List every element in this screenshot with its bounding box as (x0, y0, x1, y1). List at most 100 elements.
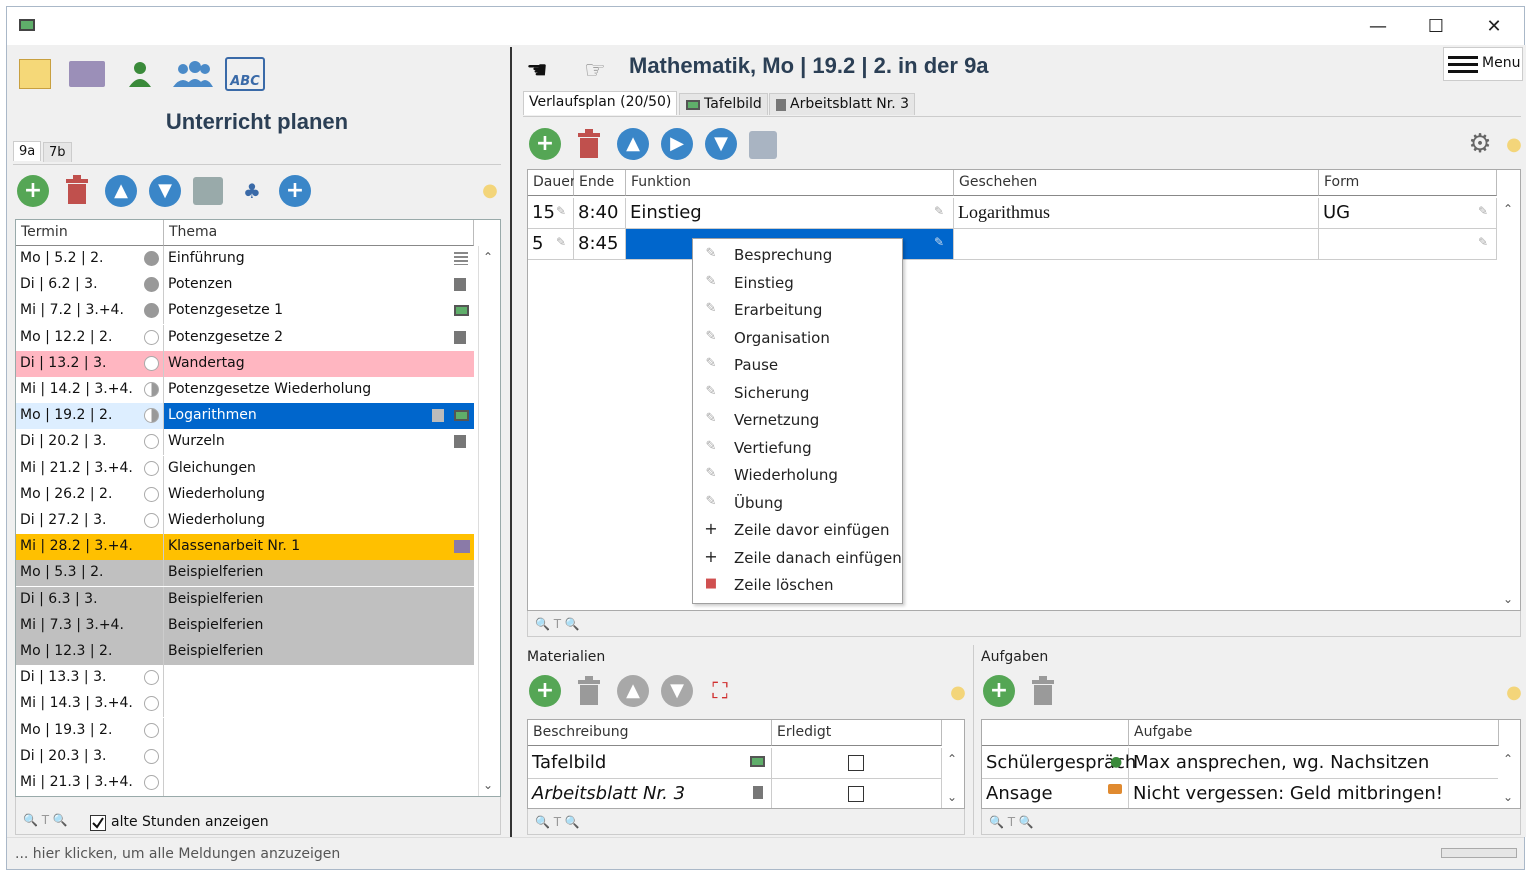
pdf-icon[interactable]: ⛶ (707, 675, 733, 707)
lesson-thema[interactable]: Beispielferien (164, 560, 474, 587)
lesson-termin[interactable]: Mo | 19.3 | 2. (16, 717, 164, 744)
material-done-cell[interactable] (772, 779, 942, 808)
lesson-row[interactable]: Mo | 5.2 | 2. Einführung (16, 246, 474, 272)
lesson-thema[interactable]: Klassenarbeit Nr. 1 (164, 534, 474, 561)
lesson-termin[interactable]: Mi | 28.2 | 3.+4. (16, 534, 164, 561)
tab-tafelbild[interactable]: Tafelbild (679, 93, 768, 115)
lesson-row[interactable]: Mi | 21.2 | 3.+4. Gleichungen (16, 455, 474, 482)
column-header-beschreibung[interactable]: Beschreibung (528, 720, 772, 746)
lesson-row[interactable]: Di | 20.3 | 3. (16, 743, 474, 770)
material-down-button[interactable]: ▼ (661, 675, 693, 707)
lesson-termin[interactable]: Di | 13.2 | 3. (16, 350, 164, 377)
column-header-ende[interactable]: Ende (574, 170, 626, 196)
lesson-termin[interactable]: Mo | 19.2 | 2. (16, 403, 164, 430)
lesson-thema[interactable] (164, 665, 474, 692)
lesson-thema[interactable]: Wiederholung (164, 508, 474, 534)
material-up-button[interactable]: ▲ (617, 675, 649, 707)
plan-scrollbar[interactable]: ⌃ ⌄ (1498, 198, 1520, 610)
cell-funktion[interactable]: Einstieg (626, 198, 954, 229)
zoom-tools-icon[interactable]: 🔍 T 🔍 (989, 815, 1034, 829)
move-up-button[interactable]: ▲ (105, 175, 137, 207)
lesson-row[interactable]: Mo | 12.3 | 2. Beispielferien (16, 639, 474, 665)
lesson-thema[interactable]: Beispielferien (164, 586, 474, 613)
tab-arbeitsblatt[interactable]: Arbeitsblatt Nr. 3 (769, 93, 916, 115)
status-message[interactable]: ... hier klicken, um alle Meldungen anzu… (15, 846, 340, 862)
lesson-row[interactable]: Mo | 19.2 | 2. Logarithmen (16, 403, 474, 430)
context-menu-item[interactable]: ✎ Wiederholung (693, 463, 902, 490)
context-menu-item[interactable]: ✎ Besprechung (693, 243, 902, 270)
task-text[interactable]: Max ansprechen, wg. Nachsitzen (1129, 748, 1499, 779)
row-down-button[interactable]: ▼ (705, 128, 737, 160)
column-header-type[interactable] (982, 720, 1129, 746)
pencil-icon[interactable]: ✎ (1478, 235, 1488, 249)
done-checkbox[interactable] (848, 786, 864, 802)
lesson-thema[interactable]: Logarithmen (164, 403, 474, 430)
minimize-button[interactable]: — (1349, 7, 1407, 45)
lesson-termin[interactable]: Mo | 26.2 | 2. (16, 481, 164, 508)
menu-button[interactable]: Menu (1443, 47, 1523, 81)
lesson-thema[interactable]: Potenzgesetze 1 (164, 298, 474, 325)
row-up-button[interactable]: ▲ (617, 128, 649, 160)
tab-9a[interactable]: 9a (13, 141, 42, 161)
lesson-row[interactable]: Di | 20.2 | 3. Wurzeln (16, 429, 474, 456)
tab-7b[interactable]: 7b (43, 142, 72, 162)
tip-bulb-icon[interactable]: ● (950, 681, 966, 703)
context-menu-item[interactable]: ■ Zeile löschen (693, 573, 902, 600)
lesson-thema[interactable]: Potenzgesetze 2 (164, 324, 474, 351)
add-blue-button[interactable]: + (279, 175, 311, 207)
maximize-button[interactable]: ☐ (1407, 7, 1465, 45)
cell-form[interactable]: UG (1319, 198, 1497, 229)
lesson-row[interactable]: Mi | 14.3 | 3.+4. (16, 691, 474, 718)
column-header-termin[interactable]: Termin (16, 220, 164, 246)
lesson-thema[interactable]: Wiederholung (164, 481, 474, 508)
group-icon[interactable] (171, 59, 215, 89)
lesson-termin[interactable]: Mo | 5.3 | 2. (16, 560, 164, 587)
lesson-row[interactable]: Mo | 12.2 | 2. Potenzgesetze 2 (16, 324, 474, 351)
task-type[interactable]: Schülergespräch (982, 748, 1136, 779)
delete-lesson-button[interactable] (61, 173, 93, 207)
lesson-row[interactable]: Mi | 14.2 | 3.+4. Potenzgesetze Wiederhol… (16, 377, 474, 403)
lesson-termin[interactable]: Mo | 12.3 | 2. (16, 639, 164, 665)
lesson-termin[interactable]: Mi | 21.2 | 3.+4. (16, 455, 164, 482)
lesson-thema[interactable]: Beispielferien (164, 612, 474, 639)
task-type[interactable]: Ansage (982, 779, 1129, 808)
lesson-thema[interactable] (164, 743, 474, 770)
context-menu-item[interactable]: ✎ Organisation (693, 326, 902, 353)
lesson-row[interactable]: Di | 13.3 | 3. (16, 665, 474, 692)
lesson-row[interactable]: Mi | 7.3 | 3.+4. Beispielferien (16, 612, 474, 639)
lesson-thema[interactable]: Beispielferien (164, 639, 474, 665)
zoom-tools-icon[interactable]: 🔍 T 🔍 (23, 813, 68, 827)
old-lessons-checkbox[interactable] (90, 815, 106, 831)
lesson-row[interactable]: Mo | 26.2 | 2. Wiederholung (16, 481, 474, 508)
lesson-thema[interactable]: Einführung (164, 246, 474, 272)
lesson-row[interactable]: Mi | 21.3 | 3.+4. (16, 770, 474, 796)
material-description[interactable]: Tafelbild (528, 748, 772, 779)
lesson-termin[interactable]: Di | 20.3 | 3. (16, 743, 164, 770)
lesson-termin[interactable]: Di | 13.3 | 3. (16, 665, 164, 692)
lesson-termin[interactable]: Di | 27.2 | 3. (16, 508, 164, 534)
student-icon[interactable] (125, 59, 155, 89)
lesson-row[interactable]: Mo | 19.3 | 2. (16, 717, 474, 744)
context-menu-item[interactable]: ✎ Übung (693, 491, 902, 518)
lesson-row[interactable]: Di | 13.2 | 3. Wandertag (16, 350, 474, 377)
tab-verlaufsplan[interactable]: Verlaufsplan (20/50) (523, 91, 678, 115)
timetable-icon[interactable] (19, 59, 51, 89)
context-menu-item[interactable]: ✎ Vernetzung (693, 408, 902, 435)
zoom-tools-icon[interactable]: 🔍 T 🔍 (535, 617, 580, 631)
lesson-termin[interactable]: Di | 6.2 | 3. (16, 272, 164, 299)
lesson-termin[interactable]: Mo | 12.2 | 2. (16, 324, 164, 351)
lesson-termin[interactable]: Mi | 7.3 | 3.+4. (16, 612, 164, 639)
pencil-icon[interactable]: ✎ (934, 204, 944, 218)
context-menu-item[interactable]: + Zeile danach einfügen (693, 546, 902, 573)
lesson-row[interactable]: Mo | 5.3 | 2. Beispielferien (16, 560, 474, 587)
pencil-icon[interactable]: ✎ (556, 204, 566, 218)
lesson-thema[interactable]: Wurzeln (164, 429, 474, 456)
status-bar[interactable]: ... hier klicken, um alle Meldungen anzu… (7, 837, 1524, 869)
lesson-row[interactable]: Di | 6.2 | 3. Potenzen (16, 272, 474, 299)
pencil-icon[interactable]: ✎ (556, 235, 566, 249)
context-menu-item[interactable]: ✎ Erarbeitung (693, 298, 902, 325)
lesson-row[interactable]: Mi | 28.2 | 3.+4. Klassenarbeit Nr. 1 (16, 534, 474, 561)
lesson-row[interactable]: Di | 6.3 | 3. Beispielferien (16, 586, 474, 613)
cell-geschehen[interactable] (954, 229, 1319, 260)
context-menu-item[interactable]: ✎ Vertiefung (693, 436, 902, 463)
